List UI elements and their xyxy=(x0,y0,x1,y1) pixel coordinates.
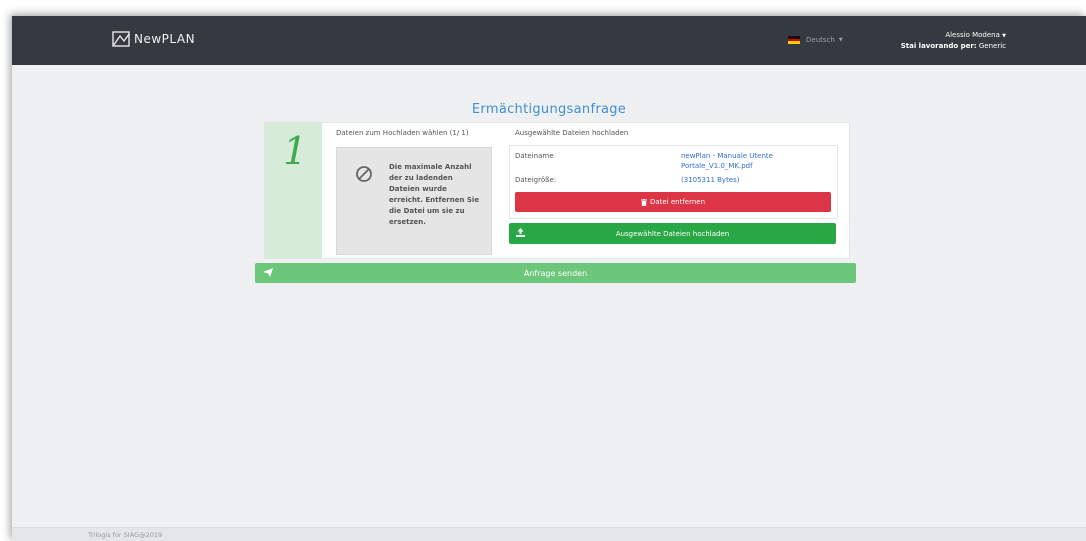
send-request-button[interactable]: Anfrage senden xyxy=(255,263,856,283)
upload-step-card: 1 Dateien zum Hochladen wählen (1/ 1) Di… xyxy=(264,122,850,259)
filesize-label: Dateigröße: xyxy=(515,176,557,184)
brand-name: NewPLAN xyxy=(134,32,196,46)
filename-value: newPlan - Manuale Utente Portale_V1.0_MK… xyxy=(681,152,773,170)
upload-files-label: Ausgewählte Dateien hochladen xyxy=(615,229,730,238)
paper-plane-icon xyxy=(263,268,273,277)
user-name: Alessio Modena xyxy=(945,31,1000,39)
german-flag-icon xyxy=(788,36,800,45)
max-files-dropzone: Die maximale Anzahl der zu ladenden Date… xyxy=(336,147,492,255)
selected-file-panel: Dateiname newPlan - Manuale Utente Porta… xyxy=(509,145,838,219)
filesize-value: (3105311 Bytes) xyxy=(681,176,740,184)
newplan-logo-icon xyxy=(112,31,130,47)
page-title: Ermächtigungsanfrage xyxy=(471,102,627,117)
caret-down-icon: ▼ xyxy=(838,37,843,43)
filename-label: Dateiname xyxy=(515,152,554,160)
upload-heading: Ausgewählte Dateien hochladen xyxy=(515,129,629,137)
footer: Trilogis for SIAG@2019 xyxy=(12,527,1086,541)
upload-files-button[interactable]: Ausgewählte Dateien hochladen xyxy=(509,223,836,244)
upload-icon xyxy=(516,228,525,237)
language-dropdown[interactable]: Deutsch ▼ xyxy=(788,36,843,45)
top-navbar: NewPLAN Deutsch ▼ Alessio Modena ▼ Stai … xyxy=(12,16,1086,65)
language-label: Deutsch xyxy=(806,36,835,44)
app-window: NewPLAN Deutsch ▼ Alessio Modena ▼ Stai … xyxy=(12,16,1086,541)
caret-down-icon: ▼ xyxy=(1002,33,1006,39)
remove-file-button[interactable]: Datei entfernen xyxy=(515,192,831,212)
brand-link[interactable]: NewPLAN xyxy=(112,31,195,47)
step-indicator: 1 xyxy=(265,123,322,258)
send-request-label: Anfrage senden xyxy=(523,268,588,278)
footer-copyright: Trilogis for SIAG@2019 xyxy=(88,531,163,539)
trash-icon xyxy=(640,198,647,206)
max-files-message: Die maximale Anzahl der zu ladenden Date… xyxy=(389,163,480,226)
working-for-label: Stai lavorando per: xyxy=(900,42,977,50)
user-menu[interactable]: Alessio Modena ▼ Stai lavorando per: Gen… xyxy=(901,30,1006,51)
working-for-value: Generic xyxy=(978,42,1006,50)
step-number: 1 xyxy=(283,129,308,173)
remove-file-label: Datei entfernen xyxy=(649,198,706,206)
ban-icon xyxy=(356,166,372,182)
choose-files-heading: Dateien zum Hochladen wählen (1/ 1) xyxy=(336,129,469,137)
